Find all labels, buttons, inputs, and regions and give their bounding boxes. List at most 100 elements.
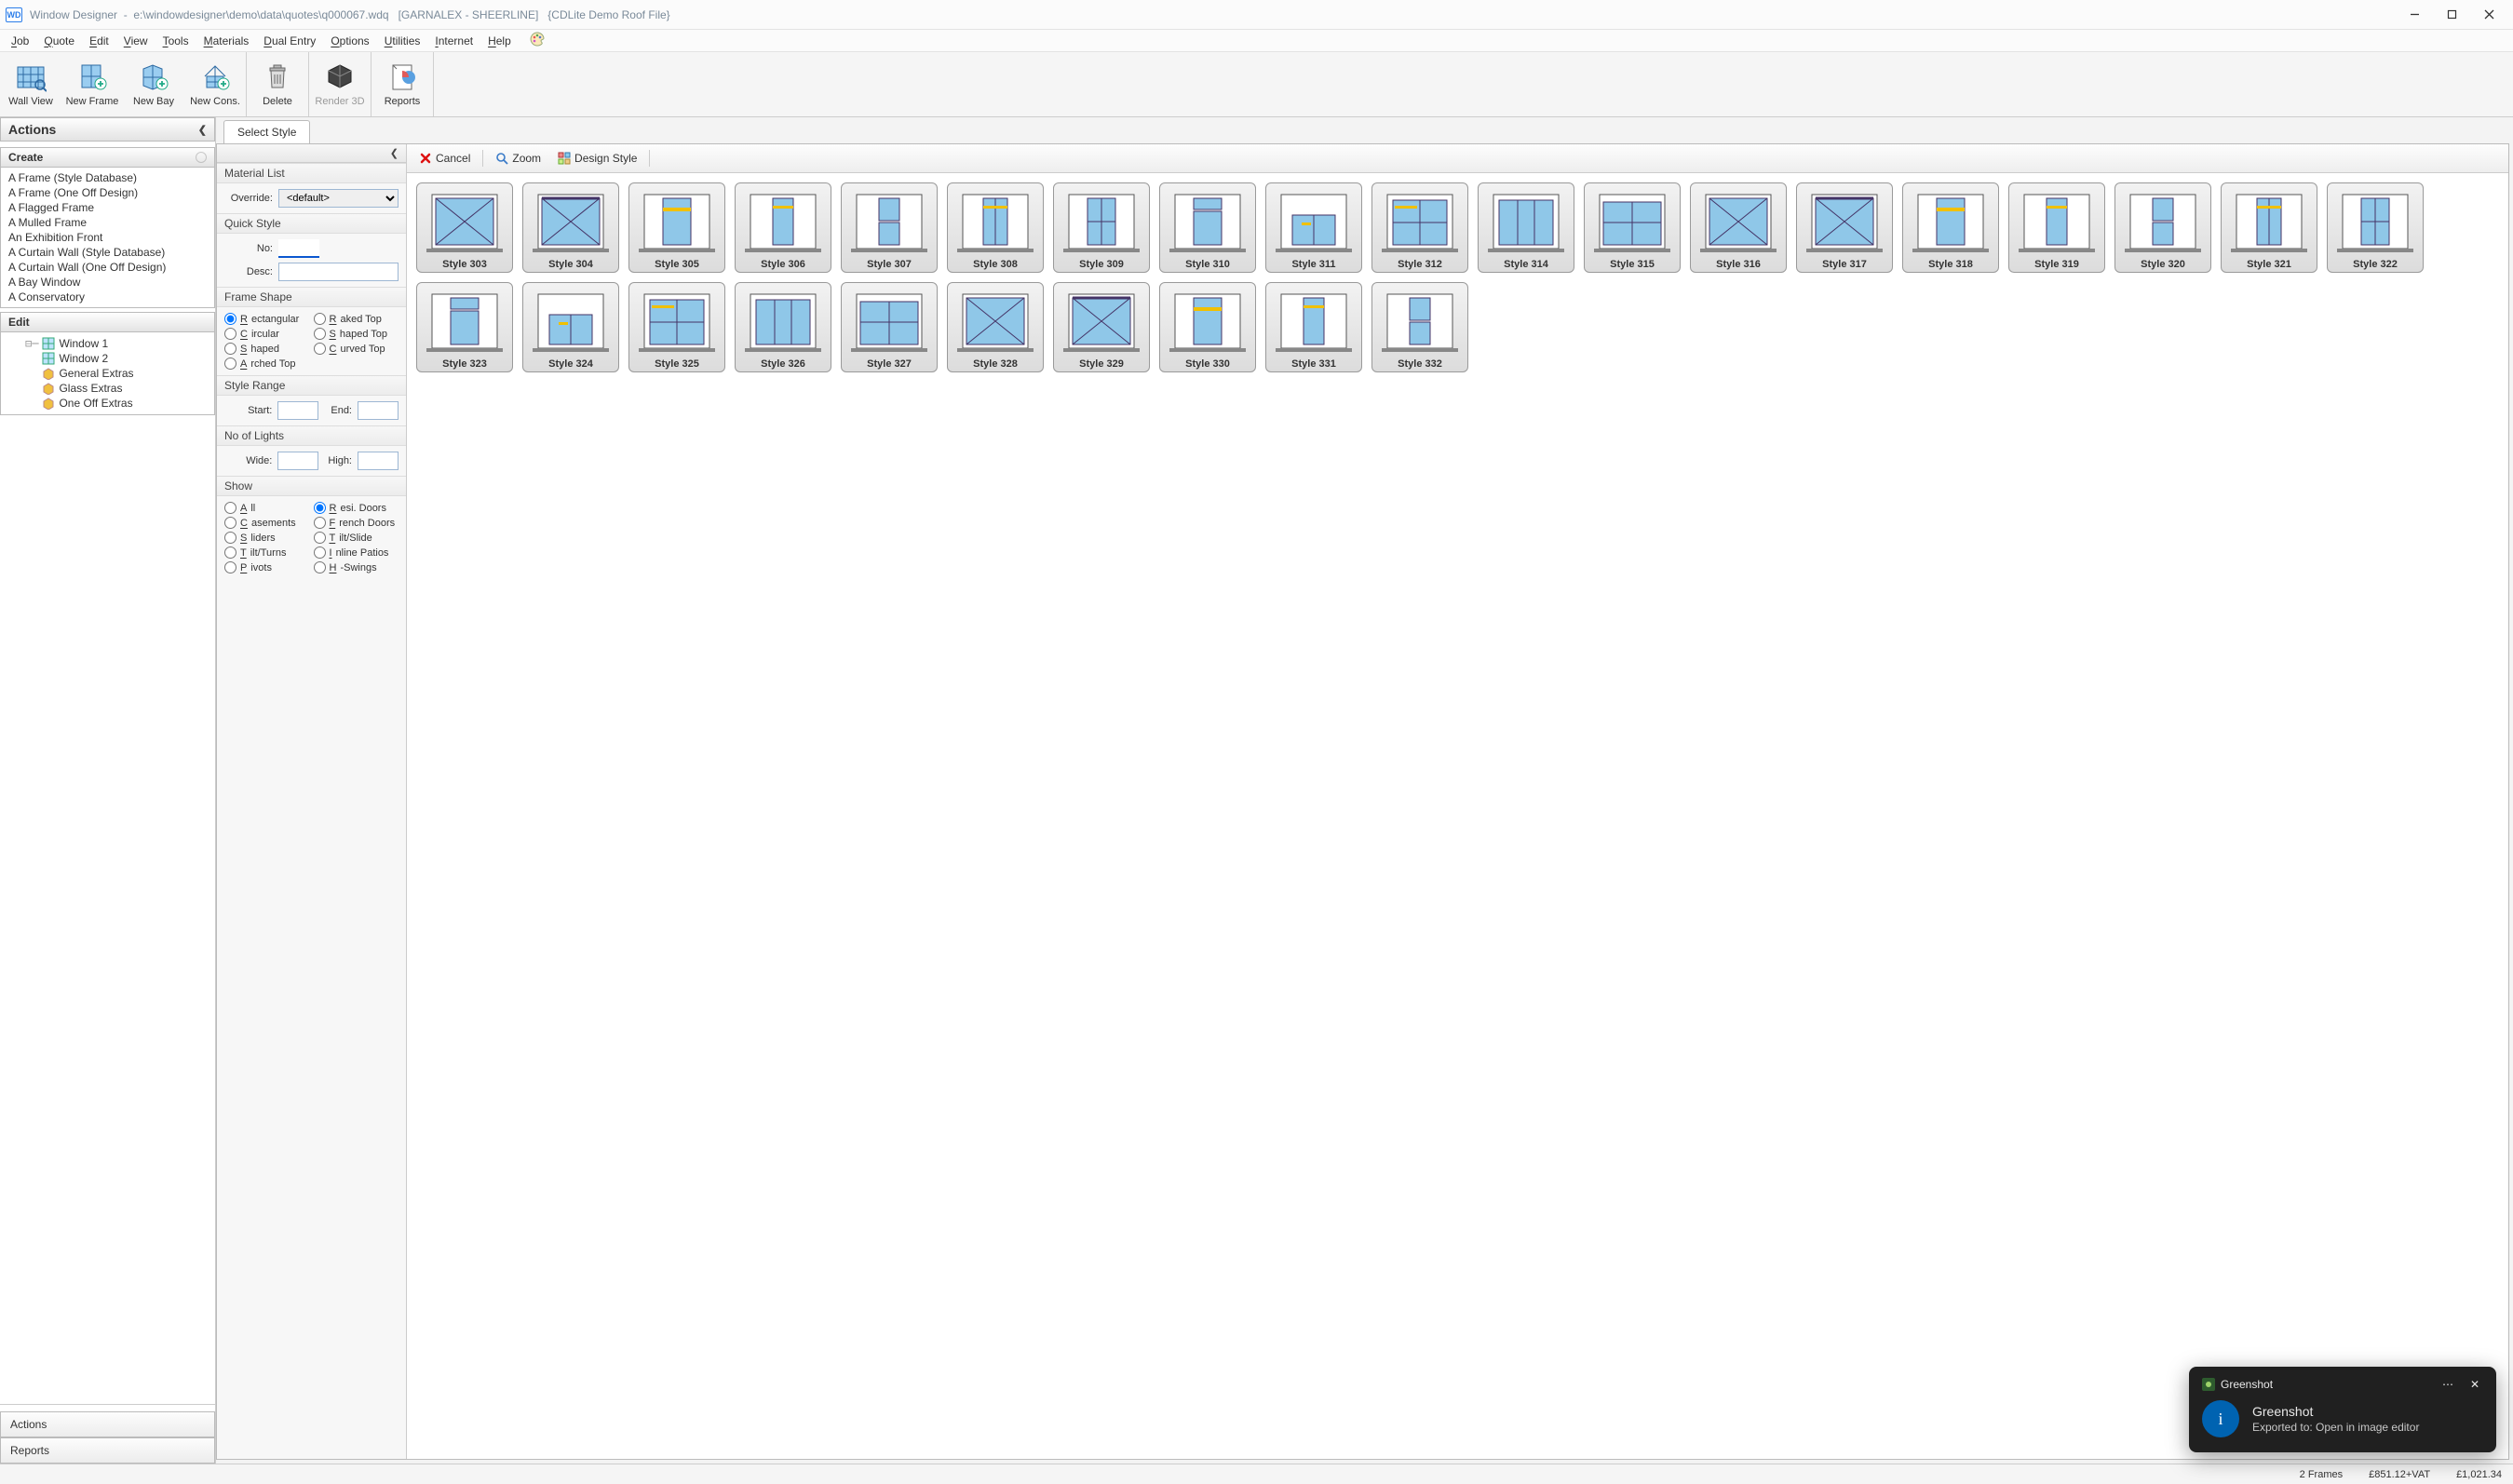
create-item[interactable]: A Frame (One Off Design) — [1, 185, 214, 200]
style-card[interactable]: Style 324 — [522, 282, 619, 372]
style-card[interactable]: Style 311 — [1265, 182, 1362, 273]
minimize-button[interactable] — [2396, 0, 2433, 29]
create-item[interactable]: A Flagged Frame — [1, 200, 214, 215]
maximize-button[interactable] — [2433, 0, 2470, 29]
style-card[interactable]: Style 331 — [1265, 282, 1362, 372]
show-radio-casements[interactable]: Casements — [224, 517, 310, 529]
palette-icon[interactable] — [524, 30, 550, 51]
show-radio-sliders[interactable]: Sliders — [224, 532, 310, 544]
desc-input[interactable] — [278, 263, 399, 281]
edit-item[interactable]: ⊟─Window 1 — [25, 336, 207, 351]
wide-input[interactable] — [277, 452, 318, 470]
style-card[interactable]: Style 318 — [1902, 182, 1999, 273]
style-card[interactable]: Style 326 — [735, 282, 831, 372]
style-card[interactable]: Style 309 — [1053, 182, 1150, 273]
shape-radio-shaped[interactable]: Shaped — [224, 343, 310, 355]
style-card[interactable]: Style 314 — [1478, 182, 1574, 273]
style-card[interactable]: Style 308 — [947, 182, 1044, 273]
chevron-left-icon[interactable]: ❮ — [390, 147, 399, 159]
style-card[interactable]: Style 317 — [1796, 182, 1893, 273]
style-card[interactable]: Style 328 — [947, 282, 1044, 372]
create-item[interactable]: A Mulled Frame — [1, 215, 214, 230]
style-card[interactable]: Style 319 — [2008, 182, 2105, 273]
cancel-button[interactable]: Cancel — [412, 148, 477, 169]
actions-tab-button[interactable]: Actions — [0, 1411, 215, 1437]
edit-item[interactable]: One Off Extras — [25, 396, 207, 411]
show-radio-pivots[interactable]: Pivots — [224, 561, 310, 573]
show-radio-inline-patios[interactable]: Inline Patios — [314, 546, 399, 559]
shape-radio-rectangular[interactable]: Rectangular — [224, 313, 310, 325]
show-radio-resi-doors[interactable]: Resi. Doors — [314, 502, 399, 514]
shape-radio-curved-top[interactable]: Curved Top — [314, 343, 399, 355]
shape-radio-arched-top[interactable]: Arched Top — [224, 358, 310, 370]
create-item[interactable]: A Frame (Style Database) — [1, 170, 214, 185]
high-input[interactable] — [358, 452, 399, 470]
style-card[interactable]: Style 304 — [522, 182, 619, 273]
edit-item[interactable]: Window 2 — [25, 351, 207, 366]
edit-item[interactable]: General Extras — [25, 366, 207, 381]
style-card[interactable]: Style 323 — [416, 282, 513, 372]
menu-view[interactable]: View — [118, 33, 154, 49]
style-card[interactable]: Style 325 — [628, 282, 725, 372]
shape-radio-circular[interactable]: Circular — [224, 328, 310, 340]
show-radio-french-doors[interactable]: French Doors — [314, 517, 399, 529]
close-button[interactable] — [2470, 0, 2507, 29]
delete-button[interactable]: Delete — [247, 52, 308, 116]
actions-header[interactable]: Actions ❮ — [0, 117, 215, 142]
create-item[interactable]: A Conservatory — [1, 290, 214, 304]
toast-more-icon[interactable]: ⋯ — [2439, 1378, 2457, 1391]
wall-view-button[interactable]: Wall View — [0, 52, 61, 116]
show-radio-all[interactable]: All — [224, 502, 310, 514]
override-select[interactable]: <default> — [278, 189, 399, 208]
new-frame-button[interactable]: New Frame — [61, 52, 123, 116]
create-header[interactable]: Create — [0, 147, 215, 168]
menu-utilities[interactable]: Utilities — [379, 33, 426, 49]
show-radio-h-swings[interactable]: H-Swings — [314, 561, 399, 573]
menu-help[interactable]: Help — [482, 33, 517, 49]
tab-select-style[interactable]: Select Style — [223, 120, 310, 143]
style-card[interactable]: Style 307 — [841, 182, 938, 273]
create-item[interactable]: A Curtain Wall (Style Database) — [1, 245, 214, 260]
menu-job[interactable]: Job — [6, 33, 34, 49]
menu-materials[interactable]: Materials — [198, 33, 255, 49]
style-card[interactable]: Style 329 — [1053, 282, 1150, 372]
style-card[interactable]: Style 320 — [2114, 182, 2211, 273]
style-card[interactable]: Style 310 — [1159, 182, 1256, 273]
reports-button[interactable]: Reports — [372, 52, 433, 116]
menu-options[interactable]: Options — [325, 33, 374, 49]
shape-radio-shaped-top[interactable]: Shaped Top — [314, 328, 399, 340]
style-card[interactable]: Style 327 — [841, 282, 938, 372]
shape-radio-raked-top[interactable]: Raked Top — [314, 313, 399, 325]
menu-internet[interactable]: Internet — [429, 33, 479, 49]
style-card[interactable]: Style 322 — [2327, 182, 2424, 273]
style-card[interactable]: Style 312 — [1371, 182, 1468, 273]
style-card[interactable]: Style 332 — [1371, 282, 1468, 372]
create-item[interactable]: A Curtain Wall (One Off Design) — [1, 260, 214, 275]
style-card[interactable]: Style 303 — [416, 182, 513, 273]
menu-edit[interactable]: Edit — [84, 33, 115, 49]
style-card[interactable]: Style 330 — [1159, 282, 1256, 372]
zoom-button[interactable]: Zoom — [489, 148, 547, 169]
menu-quote[interactable]: Quote — [38, 33, 80, 49]
reports-tab-button[interactable]: Reports — [0, 1437, 215, 1464]
new-bay-button[interactable]: New Bay — [123, 52, 184, 116]
toast-close-icon[interactable]: ✕ — [2466, 1378, 2483, 1391]
menu-dual-entry[interactable]: Dual Entry — [258, 33, 321, 49]
show-radio-tilt-slide[interactable]: Tilt/Slide — [314, 532, 399, 544]
end-input[interactable] — [358, 401, 399, 420]
style-card[interactable]: Style 321 — [2221, 182, 2317, 273]
new-cons-button[interactable]: New Cons. — [184, 52, 246, 116]
no-input[interactable] — [278, 239, 319, 258]
create-item[interactable]: A Bay Window — [1, 275, 214, 290]
style-card[interactable]: Style 305 — [628, 182, 725, 273]
edit-header[interactable]: Edit — [0, 312, 215, 332]
style-card[interactable]: Style 316 — [1690, 182, 1787, 273]
edit-item[interactable]: Glass Extras — [25, 381, 207, 396]
show-radio-tilt-turns[interactable]: Tilt/Turns — [224, 546, 310, 559]
style-card[interactable]: Style 315 — [1584, 182, 1681, 273]
design-style-button[interactable]: Design Style — [551, 148, 643, 169]
menu-tools[interactable]: Tools — [157, 33, 195, 49]
style-card[interactable]: Style 306 — [735, 182, 831, 273]
greenshot-toast[interactable]: Greenshot ⋯ ✕ i Greenshot Exported to: O… — [2189, 1367, 2496, 1452]
start-input[interactable] — [277, 401, 318, 420]
